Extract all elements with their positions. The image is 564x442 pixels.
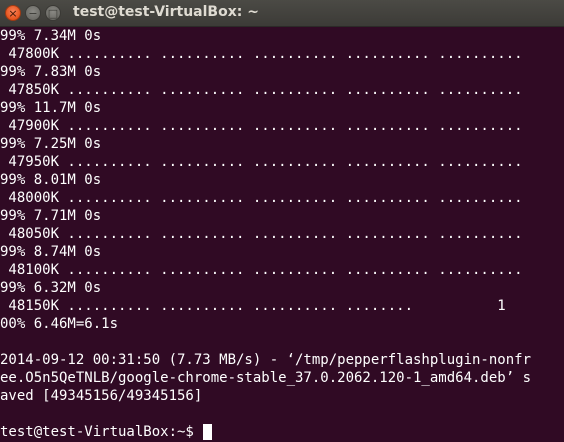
output-line: 48050K .......... .......... .......... … [0,226,523,242]
minimize-icon: − [28,6,38,20]
output-line: 99% 7.34M 0s [0,28,102,44]
output-line: aved [49345156/49345156] [0,388,203,404]
output-line: 99% 8.74M 0s [0,244,102,260]
terminal-area[interactable]: 99% 7.34M 0s 47800K .......... .........… [0,27,564,442]
close-window-button[interactable]: × [5,5,21,21]
output-line: 99% 8.01M 0s [0,172,102,188]
output-line: ee.O5n5QeTNLB/google-chrome-stable_37.0.… [0,370,532,386]
close-icon: × [8,6,18,20]
output-line: 47950K .......... .......... .......... … [0,154,523,170]
shell-prompt: test@test-VirtualBox:~$ [0,424,194,440]
output-line: 2014-09-12 00:31:50 (7.73 MB/s) - ‘/tmp/… [0,352,532,368]
terminal-window: × − □ test@test-VirtualBox: ~ 99% 7.34M … [0,0,564,442]
maximize-icon: □ [47,6,59,20]
output-line: 47800K .......... .......... .......... … [0,46,523,62]
output-line: 99% 7.71M 0s [0,208,102,224]
maximize-window-button[interactable]: □ [45,5,61,21]
output-line: 00% 6.46M=6.1s [0,316,119,332]
terminal-output: 99% 7.34M 0s 47800K .......... .........… [0,27,531,441]
output-line: 48100K .......... .......... .......... … [0,262,523,278]
output-line: 99% 6.32M 0s [0,280,102,296]
output-line: 99% 7.83M 0s [0,64,102,80]
output-line: 47850K .......... .......... .......... … [0,82,523,98]
text-cursor [202,424,212,440]
output-line: 99% 11.7M 0s [0,100,102,116]
prompt-line[interactable]: test@test-VirtualBox:~$ [0,423,531,441]
output-line: 99% 7.25M 0s [0,136,102,152]
output-line: 47900K .......... .......... .......... … [0,118,523,134]
window-title: test@test-VirtualBox: ~ [73,4,259,20]
output-line: 48150K .......... .......... .......... … [0,298,506,314]
title-bar[interactable]: × − □ test@test-VirtualBox: ~ [0,0,564,27]
output-line: 48000K .......... .......... .......... … [0,190,523,206]
minimize-window-button[interactable]: − [25,5,41,21]
